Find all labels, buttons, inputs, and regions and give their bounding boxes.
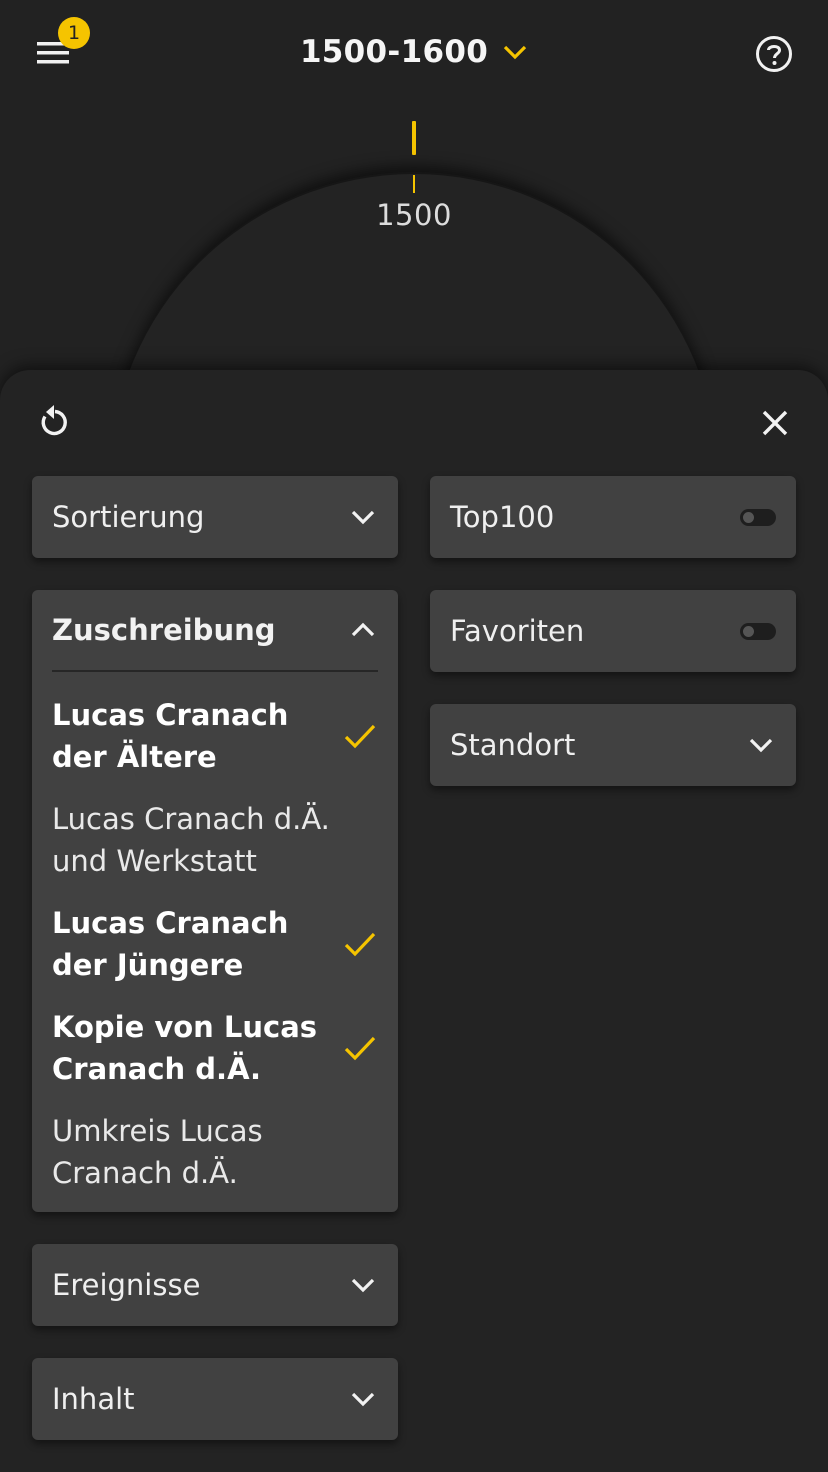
chevron-down-icon (503, 45, 527, 60)
checkmark-icon (344, 932, 376, 957)
zuschreibung-label: Zuschreibung (52, 613, 276, 647)
inhalt-label: Inhalt (52, 1382, 135, 1416)
chevron-down-icon (351, 1278, 375, 1293)
zuschreibung-dropdown: Zuschreibung Lucas Cranach der Ältere Lu… (32, 590, 398, 1212)
option-lucas-cranach-werkstatt[interactable]: Lucas Cranach d.Ä. und Werkstatt (32, 798, 398, 882)
chevron-down-icon (351, 510, 375, 525)
favoriten-toggle[interactable] (740, 622, 776, 640)
option-lucas-cranach-der-aeltere[interactable]: Lucas Cranach der Ältere (32, 694, 398, 778)
standort-label: Standort (450, 728, 576, 762)
option-kopie-von-lucas-cranach[interactable]: Kopie von Lucas Cranach d.Ä. (32, 1006, 398, 1090)
close-button[interactable] (756, 404, 794, 442)
option-label: Lucas Cranach d.Ä. und Werkstatt (52, 802, 330, 878)
chevron-down-icon (351, 1392, 375, 1407)
top100-toggle[interactable] (740, 508, 776, 526)
checkmark-icon (344, 1036, 376, 1061)
period-selector[interactable]: 1500-1600 (0, 34, 828, 70)
ereignisse-dropdown[interactable]: Ereignisse (32, 1244, 398, 1326)
checkmark-icon (344, 724, 376, 749)
option-label: Lucas Cranach der Jüngere (52, 906, 289, 982)
option-umkreis-lucas-cranach[interactable]: Umkreis Lucas Cranach d.Ä. (32, 1110, 398, 1194)
timeline-marker (412, 121, 416, 155)
help-icon (756, 36, 792, 72)
option-lucas-cranach-der-juengere[interactable]: Lucas Cranach der Jüngere (32, 902, 398, 986)
favoriten-label: Favoriten (450, 614, 585, 648)
period-label: 1500-1600 (299, 34, 489, 70)
timeline-year-label: 1500 (376, 198, 452, 232)
sortierung-dropdown[interactable]: Sortierung (32, 476, 398, 558)
close-icon (762, 410, 788, 436)
reset-filters-button[interactable] (34, 402, 74, 442)
option-label: Kopie von Lucas Cranach d.Ä. (52, 1010, 318, 1086)
option-label: Lucas Cranach der Ältere (52, 698, 289, 774)
top100-label: Top100 (450, 500, 555, 534)
favoriten-filter: Favoriten (430, 590, 796, 672)
zuschreibung-header[interactable]: Zuschreibung (52, 590, 378, 672)
top100-filter: Top100 (430, 476, 796, 558)
reset-icon (41, 405, 67, 436)
inhalt-dropdown[interactable]: Inhalt (32, 1358, 398, 1440)
sortierung-label: Sortierung (52, 500, 205, 534)
option-label: Umkreis Lucas Cranach d.Ä. (52, 1114, 263, 1190)
ereignisse-label: Ereignisse (52, 1268, 201, 1302)
timeline-tick (413, 175, 415, 193)
chevron-down-icon (749, 738, 773, 753)
standort-dropdown[interactable]: Standort (430, 704, 796, 786)
chevron-up-icon (351, 622, 375, 637)
help-button[interactable] (754, 34, 794, 74)
